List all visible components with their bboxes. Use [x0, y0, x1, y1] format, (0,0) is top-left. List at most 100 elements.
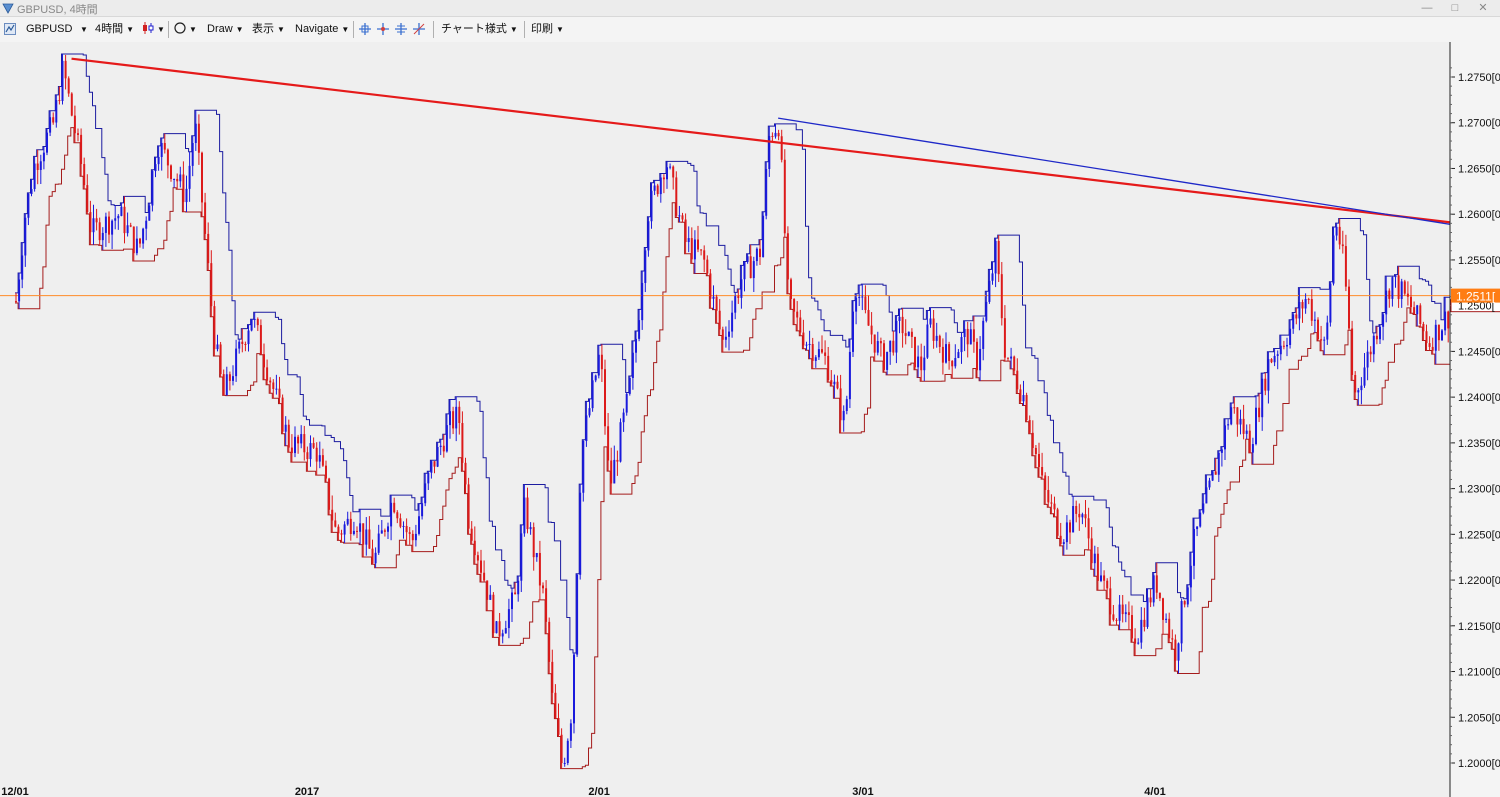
bull-candle: [569, 723, 572, 741]
circle-tool-button[interactable]: ▼: [174, 17, 197, 42]
bear-candle: [780, 136, 783, 160]
bear-candle: [703, 250, 706, 260]
chart-type-button[interactable]: ▼: [142, 17, 165, 42]
crosshair-icon[interactable]: [358, 22, 372, 36]
bull-candle: [594, 375, 597, 381]
bull-candle: [1217, 452, 1220, 475]
bear-candle: [802, 332, 805, 346]
bull-candle: [489, 594, 492, 600]
bull-candle: [588, 408, 591, 416]
bear-candle: [356, 530, 358, 532]
navigate-menu[interactable]: Navigate ▼: [295, 17, 349, 42]
bull-candle: [647, 221, 650, 251]
bull-candle: [101, 232, 104, 241]
y-tick-label: 1.2700[0: [1458, 118, 1500, 130]
bear-candle: [1025, 395, 1028, 421]
draw-menu[interactable]: Draw ▼: [207, 17, 244, 42]
bull-candle: [504, 628, 507, 634]
view-menu[interactable]: 表示 ▼: [252, 17, 285, 42]
bull-candle: [1261, 378, 1264, 418]
bull-candle: [886, 351, 889, 370]
close-icon[interactable]: ✕: [1471, 0, 1495, 16]
crosshair-icon[interactable]: [412, 22, 426, 36]
bull-candle: [346, 518, 349, 525]
bull-candle: [765, 168, 768, 216]
bear-candle: [458, 406, 461, 424]
bear-candle: [1000, 274, 1003, 319]
bull-candle: [945, 344, 947, 363]
bull-candle: [625, 393, 628, 413]
bear-candle: [1158, 592, 1161, 599]
bear-candle: [811, 344, 814, 361]
print-menu[interactable]: 印刷 ▼: [531, 17, 564, 42]
bull-candle: [861, 296, 864, 298]
bear-candle: [222, 374, 225, 396]
bear-candle: [334, 520, 337, 527]
bear-candle: [213, 306, 216, 350]
bull-candle: [430, 461, 433, 473]
bull-candle: [845, 399, 848, 411]
bull-candle: [374, 552, 377, 564]
bull-candle: [1010, 356, 1013, 359]
bear-candle: [204, 202, 207, 234]
bear-candle: [1248, 430, 1251, 453]
chart-style-menu[interactable]: チャート様式 ▼: [441, 17, 518, 42]
bear-candle: [129, 225, 132, 227]
bull-candle: [188, 165, 191, 189]
chart-style-label: チャート様式: [441, 23, 507, 35]
bull-candle: [1239, 418, 1242, 425]
bear-candle: [396, 512, 399, 519]
timeframe-selector[interactable]: 4時間 ▼: [95, 17, 134, 42]
bull-candle: [455, 406, 458, 429]
bull-candle: [619, 422, 622, 462]
bear-candle: [1310, 299, 1313, 321]
minimize-icon[interactable]: —: [1415, 0, 1439, 16]
bear-candle: [1038, 454, 1040, 468]
bear-candle: [297, 436, 300, 444]
symbol-dropdown-arrow[interactable]: ▼: [77, 17, 88, 42]
bear-candle: [1214, 471, 1217, 475]
bull-candle: [427, 472, 430, 484]
bear-candle: [684, 219, 687, 243]
bear-candle: [207, 233, 210, 264]
bear-candle: [1155, 575, 1158, 593]
bull-candle: [1366, 351, 1369, 368]
bull-candle: [907, 331, 910, 336]
bear-candle: [600, 354, 603, 370]
price-chart-area[interactable]: 1.2750[0 1.2700[0 1.2650[0 1.2600[0 1.2550[0…: [0, 42, 1500, 797]
bear-candle: [77, 133, 79, 135]
bear-candle: [312, 443, 315, 448]
crosshair-icon[interactable]: [376, 22, 390, 36]
bull-candle: [380, 530, 383, 534]
chevron-down-icon: ▼: [157, 25, 165, 34]
bull-candle: [517, 580, 520, 595]
y-tick-label: 1.2150[0: [1458, 621, 1500, 633]
bear-candle: [1168, 618, 1171, 639]
bear-candle: [259, 325, 262, 355]
bear-candle: [737, 296, 740, 298]
bull-candle: [1230, 407, 1233, 425]
bear-candle: [538, 552, 541, 586]
bull-candle: [641, 282, 644, 321]
bear-candle: [1109, 588, 1112, 615]
view-menu-label: 表示: [252, 23, 274, 35]
bear-candle: [1369, 351, 1372, 355]
bull-candle: [436, 447, 439, 467]
draw-menu-label: Draw: [207, 23, 233, 35]
bull-candle: [1177, 643, 1180, 661]
bear-candle: [1375, 335, 1378, 340]
maximize-icon[interactable]: □: [1443, 0, 1467, 16]
bear-candle: [697, 239, 699, 250]
bull-candle: [644, 250, 647, 283]
symbol-selector[interactable]: GBPUSD: [26, 17, 72, 42]
bear-candle: [36, 163, 39, 170]
bull-candle: [111, 220, 114, 235]
bear-candle: [182, 174, 185, 203]
crosshair-icon[interactable]: [394, 22, 408, 36]
bear-candle: [1437, 324, 1440, 341]
bull-candle: [1062, 542, 1065, 544]
bear-candle: [830, 380, 833, 385]
bear-candle: [718, 310, 721, 330]
bear-candle: [879, 341, 882, 344]
candlestick-chart[interactable]: 1.2750[0 1.2700[0 1.2650[0 1.2600[0 1.2550[0…: [0, 42, 1500, 797]
